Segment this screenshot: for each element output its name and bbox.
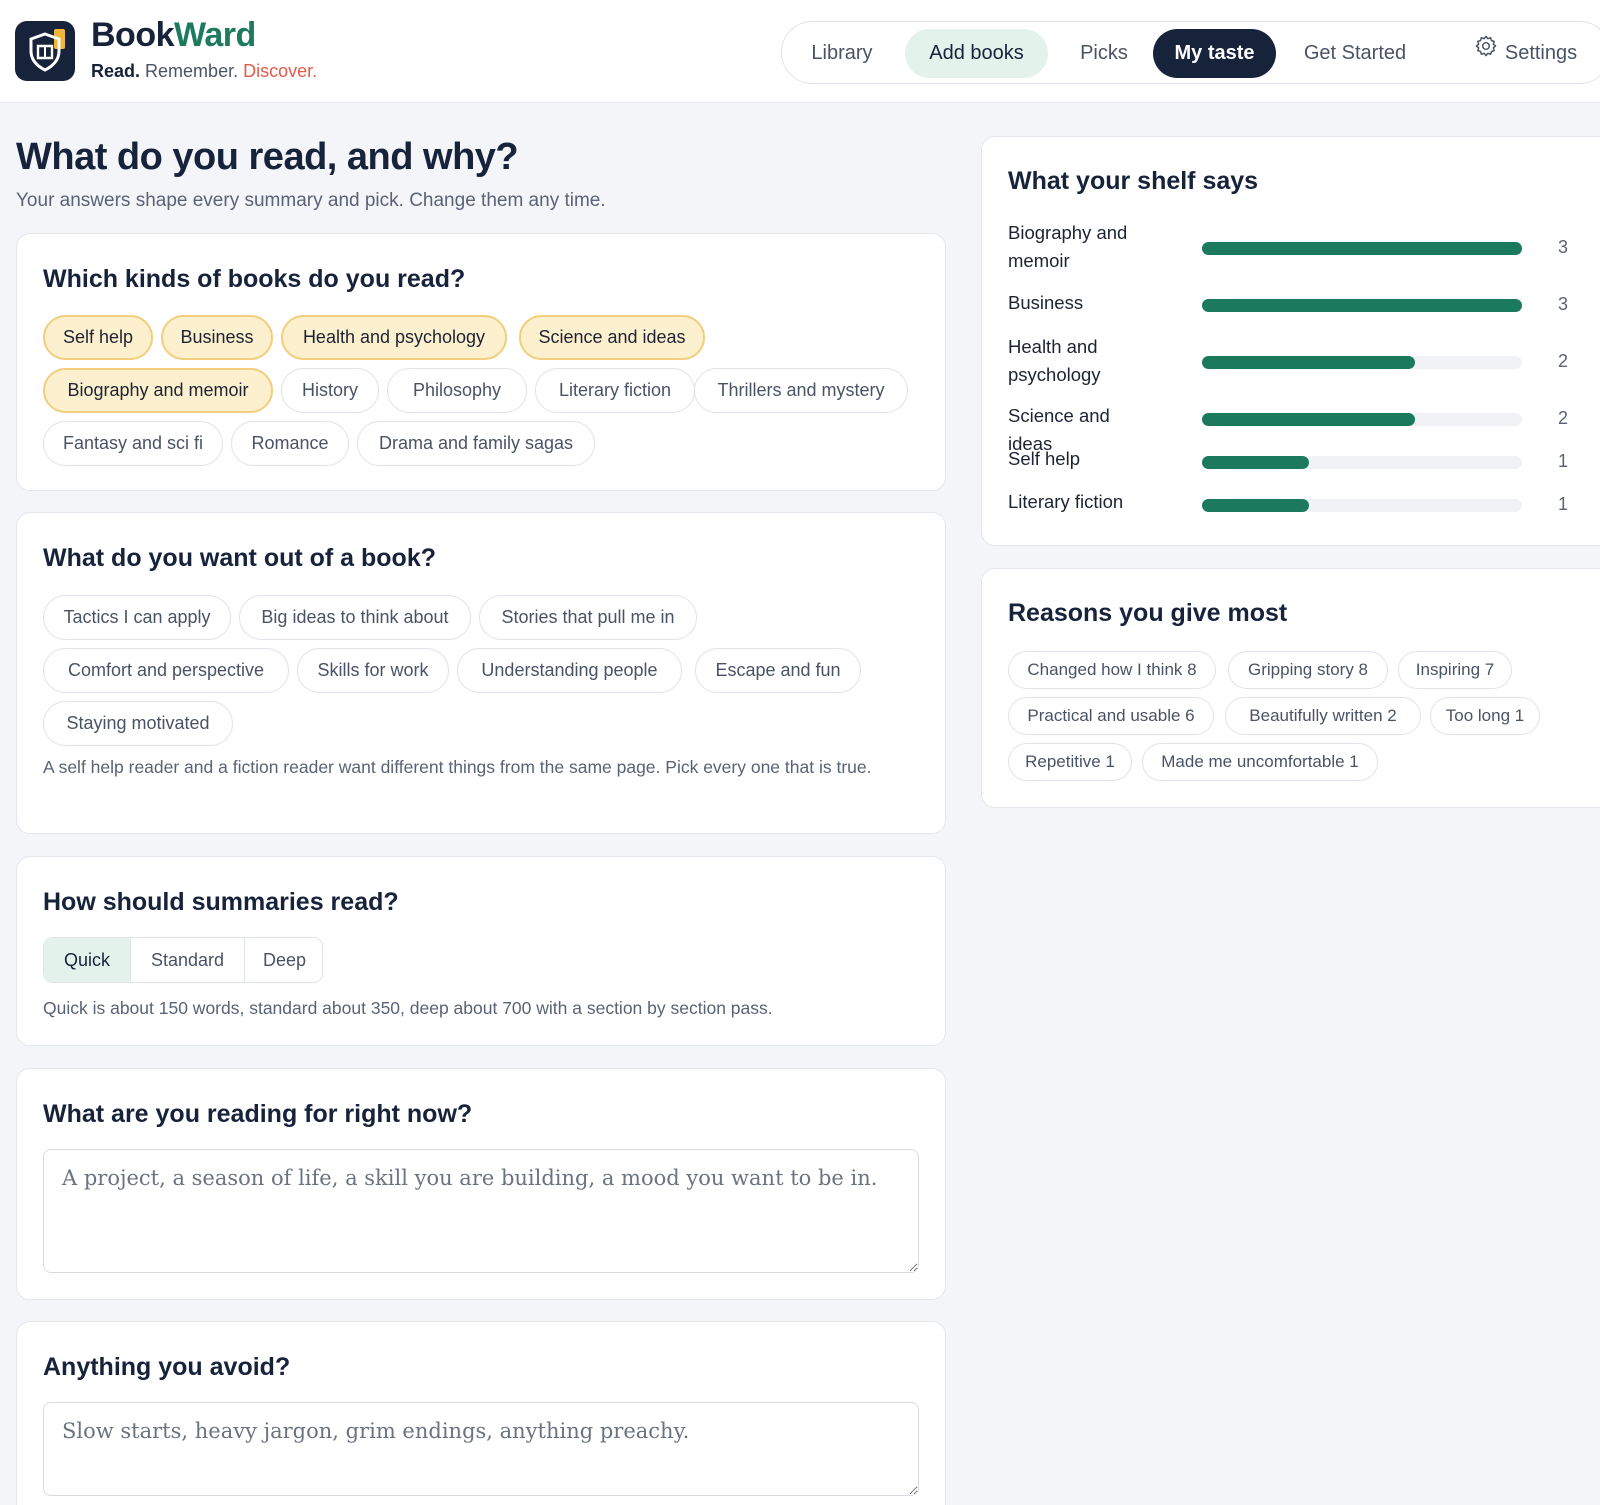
page-subtitle: Your answers shape every summary and pic… [16, 190, 606, 211]
shelf-row-label: Health and psychology [1008, 336, 1101, 385]
shelf-bar-track [1202, 356, 1522, 369]
shelf-bar-fill [1202, 356, 1415, 369]
shelf-bar-track [1202, 499, 1522, 512]
summaries-title: How should summaries read? [43, 888, 399, 916]
reason-chip[interactable]: Beautifully written 2 [1225, 697, 1421, 735]
wants-helper-text: A self help reader and a fiction reader … [43, 757, 872, 777]
genres-card: Which kinds of books do you read? Self h… [16, 233, 946, 491]
genre-chip-history[interactable]: History [281, 368, 379, 413]
summary-option-standard[interactable]: Standard [131, 938, 245, 982]
shelf-card: What your shelf says Biography and memoi… [981, 136, 1600, 546]
genre-chip-literary-fiction[interactable]: Literary fiction [535, 368, 695, 413]
want-chip-stories[interactable]: Stories that pull me in [479, 595, 697, 640]
nav-library[interactable]: Library [794, 29, 890, 78]
genres-title: Which kinds of books do you read? [43, 265, 466, 293]
genre-chip-self-help[interactable]: Self help [43, 315, 153, 360]
top-bar: BookWard Read. Remember. Discover. Libra… [0, 0, 1600, 103]
want-chip-skills[interactable]: Skills for work [297, 648, 449, 693]
shelf-row-label: Business [1008, 292, 1084, 313]
shelf-title: What your shelf says [1008, 167, 1259, 195]
shelf-bar-track [1202, 456, 1522, 469]
shelf-bar-track [1202, 242, 1522, 255]
want-chip-big-ideas[interactable]: Big ideas to think about [239, 595, 471, 640]
reason-chip[interactable]: Too long 1 [1430, 697, 1540, 735]
tagline-discover: Discover. [243, 61, 318, 81]
shelf-row-count: 1 [1557, 451, 1568, 471]
nav-get-started[interactable]: Get Started [1287, 29, 1423, 78]
shelf-bar-fill [1202, 299, 1522, 312]
shelf-bar-track [1202, 299, 1522, 312]
want-chip-escape[interactable]: Escape and fun [695, 648, 861, 693]
brand-name-part2: Ward [174, 16, 256, 54]
bookward-logo[interactable] [15, 21, 75, 81]
shield-book-icon [29, 32, 61, 72]
want-chip-understanding-people[interactable]: Understanding people [457, 648, 682, 693]
shelf-row-label: Biography and memoir [1008, 222, 1128, 271]
shelf-row-count: 3 [1557, 294, 1568, 314]
avoid-input[interactable] [43, 1402, 919, 1496]
reading-now-input[interactable] [43, 1149, 919, 1273]
want-chip-tactics[interactable]: Tactics I can apply [43, 595, 231, 640]
shelf-bar-track [1202, 413, 1522, 426]
shelf-bar-fill [1202, 242, 1522, 255]
summaries-card: How should summaries read? Quick Standar… [16, 856, 946, 1046]
nav-picks[interactable]: Picks [1061, 29, 1147, 78]
reason-chip[interactable]: Repetitive 1 [1008, 743, 1132, 781]
want-chip-comfort[interactable]: Comfort and perspective [43, 648, 289, 693]
genre-chip-health-psychology[interactable]: Health and psychology [281, 315, 507, 360]
summaries-helper-text: Quick is about 150 words, standard about… [43, 998, 773, 1018]
avoid-title: Anything you avoid? [43, 1353, 291, 1381]
wants-card: What do you want out of a book? Tactics … [16, 512, 946, 834]
genre-chip-drama-family-sagas[interactable]: Drama and family sagas [357, 421, 595, 466]
summary-option-deep[interactable]: Deep [245, 938, 322, 982]
genre-chip-fantasy-scifi[interactable]: Fantasy and sci fi [43, 421, 223, 466]
shelf-bar-fill [1202, 456, 1309, 469]
avoid-card: Anything you avoid? [16, 1321, 946, 1505]
summary-length-toggle: Quick Standard Deep [43, 937, 323, 983]
brand-name-part1: Book [91, 16, 175, 54]
want-chip-motivated[interactable]: Staying motivated [43, 701, 233, 746]
genre-chip-biography-memoir[interactable]: Biography and memoir [43, 368, 273, 413]
genre-chip-science-ideas[interactable]: Science and ideas [519, 315, 705, 360]
reason-chip[interactable]: Made me uncomfortable 1 [1142, 743, 1378, 781]
main-nav: Library Add books Picks My taste Get Sta… [781, 21, 1600, 84]
nav-settings[interactable]: Settings [1450, 29, 1600, 78]
reading-now-title: What are you reading for right now? [43, 1100, 473, 1128]
page-title: What do you read, and why? [16, 136, 519, 178]
genre-chip-business[interactable]: Business [161, 315, 273, 360]
shelf-row-count: 2 [1557, 351, 1568, 371]
genre-chip-romance[interactable]: Romance [231, 421, 349, 466]
genre-chip-thrillers-mystery[interactable]: Thrillers and mystery [694, 368, 908, 413]
shelf-row-count: 3 [1557, 237, 1568, 257]
shelf-row-label: Self help [1008, 448, 1080, 469]
reasons-title: Reasons you give most [1008, 599, 1288, 627]
reason-chip[interactable]: Changed how I think 8 [1008, 651, 1216, 689]
nav-settings-label: Settings [1504, 42, 1578, 64]
nav-add-books[interactable]: Add books [905, 29, 1048, 78]
shelf-row-count: 1 [1557, 494, 1568, 514]
brand-name: BookWard [91, 16, 256, 55]
nav-my-taste[interactable]: My taste [1153, 29, 1276, 78]
brand-tagline: Read. Remember. Discover. [91, 61, 317, 82]
tagline-remember: Remember. [145, 61, 239, 81]
reason-chip[interactable]: Inspiring 7 [1398, 651, 1512, 689]
shelf-bar-fill [1202, 413, 1415, 426]
tagline-read: Read. [91, 61, 141, 81]
reason-chip[interactable]: Practical and usable 6 [1008, 697, 1214, 735]
reasons-card: Reasons you give most Changed how I thin… [981, 568, 1600, 808]
reading-now-card: What are you reading for right now? [16, 1068, 946, 1300]
wants-title: What do you want out of a book? [43, 544, 437, 572]
gear-icon [1475, 27, 1497, 76]
shelf-row-label: Literary fiction [1008, 491, 1124, 512]
shelf-bar-fill [1202, 499, 1309, 512]
genre-chip-philosophy[interactable]: Philosophy [387, 368, 527, 413]
shelf-row-count: 2 [1557, 408, 1568, 428]
summary-option-quick[interactable]: Quick [44, 938, 131, 982]
reason-chip[interactable]: Gripping story 8 [1228, 651, 1388, 689]
